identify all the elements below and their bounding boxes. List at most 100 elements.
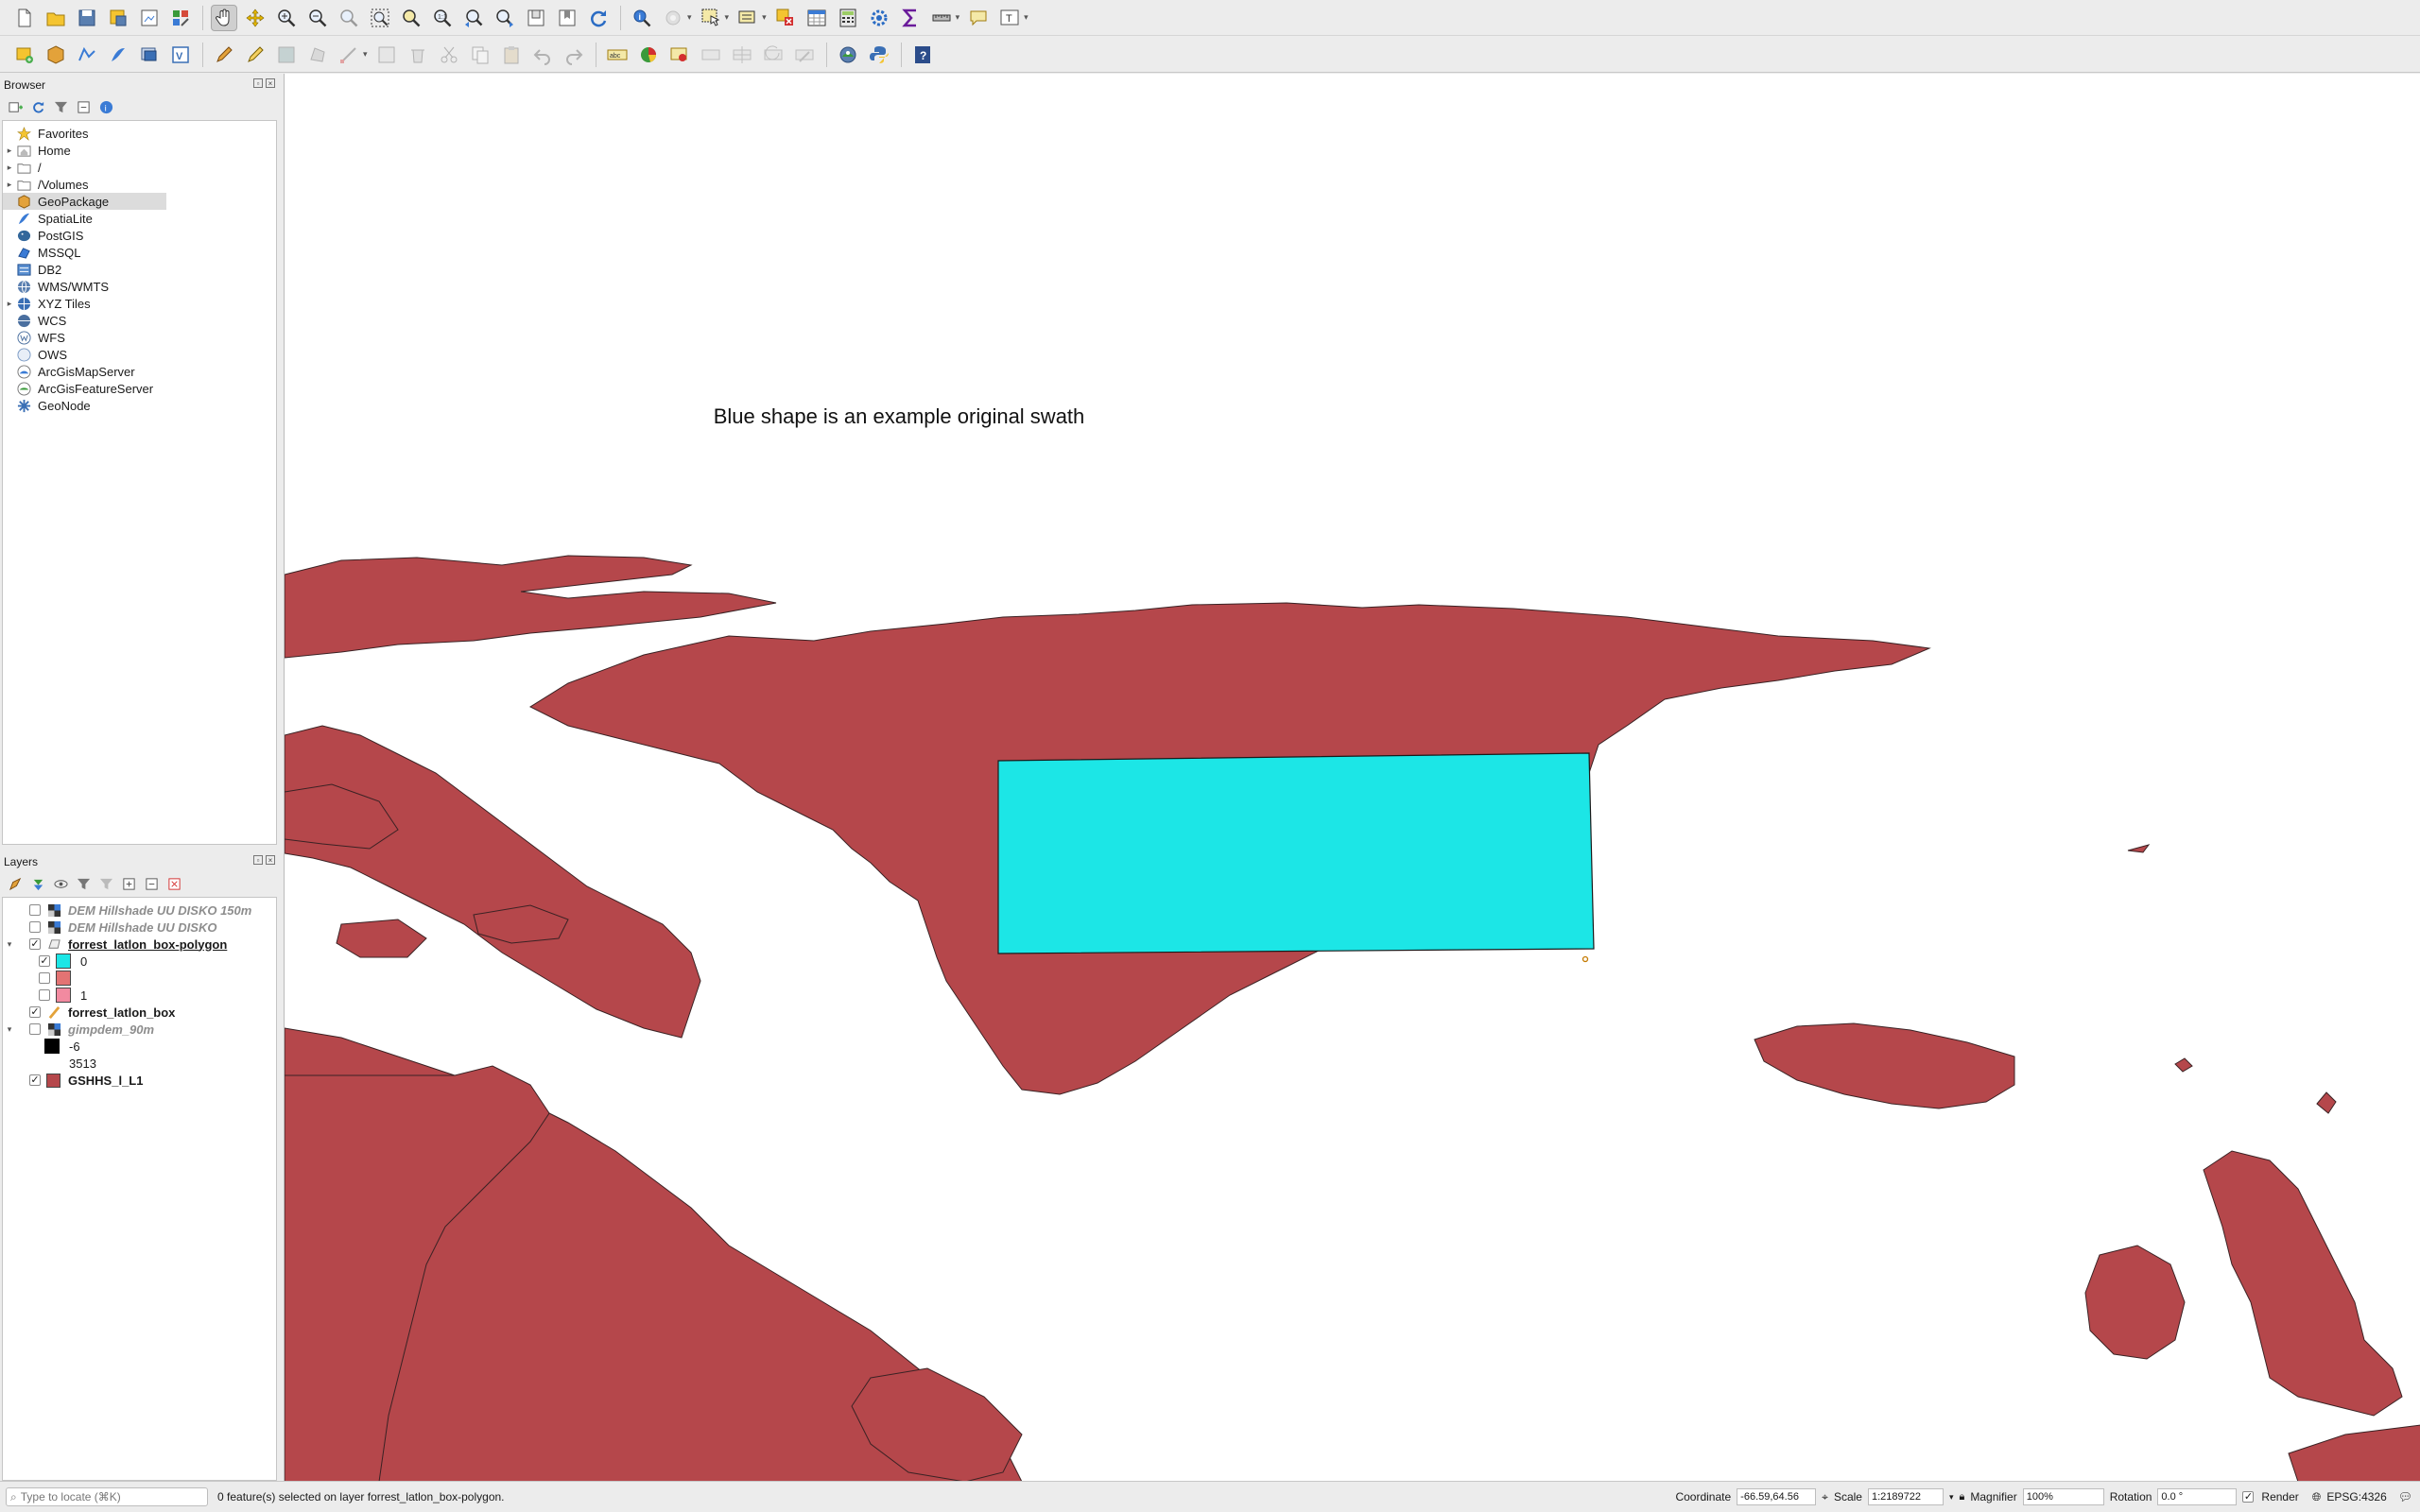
properties-icon[interactable]: i [98,99,113,114]
add-polygon-icon[interactable] [304,42,331,68]
save-project-icon[interactable] [74,5,100,31]
select-features-icon[interactable] [698,5,724,31]
browser-item-volumes[interactable]: ▸ /Volumes [3,176,276,193]
text-annotation-icon[interactable]: T [996,5,1023,31]
add-selected-layers-icon[interactable] [8,99,23,114]
layer-row-dem-hillshade[interactable]: DEM Hillshade UU DISKO [3,919,276,936]
style-manager-icon[interactable] [167,5,194,31]
expand-arrow-icon[interactable]: ▸ [3,180,16,190]
zoom-to-native-icon[interactable]: 1:1 [429,5,456,31]
expand-arrow-icon[interactable]: ▸ [3,146,16,156]
browser-item-favorites[interactable]: Favorites [3,125,276,142]
pan-icon[interactable] [211,4,237,31]
browser-item-mssql[interactable]: MSSQL [3,244,276,261]
zoom-next-icon[interactable] [492,5,518,31]
new-bookmark-icon[interactable] [523,5,549,31]
expand-all-icon[interactable] [121,876,136,891]
expand-arrow-icon[interactable]: ▾ [3,1024,16,1035]
render-checkbox[interactable]: ✓ [2242,1491,2255,1503]
zoom-last-icon[interactable] [460,5,487,31]
cut-icon[interactable] [436,42,462,68]
toggle-extents-icon[interactable]: ⌖ [1822,1490,1828,1504]
float-panel-icon[interactable]: ▫ [253,855,263,865]
browser-item-home[interactable]: ▸ Home [3,142,276,159]
filter-legend-icon[interactable] [76,876,91,891]
help-icon[interactable]: ? [909,42,936,68]
collapse-all-layers-icon[interactable] [144,876,159,891]
locator-search[interactable]: ⌕ Type to locate (⌘K) [6,1487,208,1506]
legend-class-row[interactable] [3,970,276,987]
expand-arrow-icon[interactable]: ▾ [3,939,16,950]
vertex-tool-icon[interactable] [336,42,362,68]
layer-visibility-checkbox[interactable] [29,1023,41,1035]
statistics-icon[interactable] [897,5,924,31]
browser-item-arcgisfeatureserver[interactable]: ArcGisFeatureServer [3,380,276,397]
close-panel-icon[interactable]: × [266,855,275,865]
rotate-label-icon[interactable] [760,42,786,68]
current-edits-icon[interactable] [211,42,237,68]
crs-globe-icon[interactable]: 🌐︎ [2312,1490,2322,1504]
layer-visibility-checkbox[interactable]: ✓ [29,1074,41,1086]
expand-arrow-icon[interactable]: ▸ [3,299,16,309]
paste-icon[interactable] [498,42,525,68]
pan-to-selection-icon[interactable] [242,5,268,31]
lock-scale-icon[interactable]: 🔒︎ [1960,1491,1965,1503]
browser-item-arcgismapserver[interactable]: ArcGisMapServer [3,363,276,380]
label-tool-icon[interactable]: abc [604,42,631,68]
expand-arrow-icon[interactable]: ▸ [3,163,16,173]
data-source-manager-icon[interactable] [11,42,38,68]
copy-icon[interactable] [467,42,493,68]
python-console-icon[interactable] [866,42,892,68]
scale-field[interactable]: 1:2189722 [1867,1488,1944,1505]
modify-attributes-icon[interactable] [373,42,400,68]
manage-map-themes-icon[interactable] [53,876,68,891]
measure-icon[interactable] [928,5,955,31]
map-tips-icon[interactable] [965,5,992,31]
new-spatialite-icon[interactable] [105,42,131,68]
layer-row-forrest-latlon-box-polygon[interactable]: ▾ ✓ forrest_latlon_box-polygon [3,936,276,953]
rotation-field[interactable]: 0.0 ° [2157,1488,2238,1505]
magnifier-field[interactable]: 100% [2022,1488,2104,1505]
filter-by-expression-icon[interactable] [98,876,113,891]
delete-selected-icon[interactable] [405,42,431,68]
layer-visibility-checkbox[interactable] [29,904,41,916]
save-edits-icon[interactable] [273,42,300,68]
map-canvas[interactable]: Blue shape is an example original swath [284,74,2420,1482]
pin-labels-icon[interactable] [666,42,693,68]
toggle-editing-icon[interactable] [242,42,268,68]
identify-icon[interactable]: i [629,5,655,31]
layer-row-gimpdem[interactable]: ▾ gimpdem_90m [3,1021,276,1038]
zoom-to-selection-icon[interactable] [367,5,393,31]
layer-visibility-checkbox[interactable]: ✓ [29,1006,41,1018]
new-virtual-layer-icon[interactable] [136,42,163,68]
zoom-out-icon[interactable] [304,5,331,31]
browser-item-geonode[interactable]: GeoNode [3,397,276,414]
legend-class-row[interactable]: ✓ 0 [3,953,276,970]
messages-icon[interactable]: 💬︎ [2398,1490,2412,1503]
zoom-in-icon[interactable] [273,5,300,31]
scale-dropdown-icon[interactable]: ▾ [1949,1492,1954,1503]
select-by-value-icon[interactable] [735,5,761,31]
print-layout-icon[interactable] [136,5,163,31]
layer-row-gshhs[interactable]: ✓ GSHHS_l_L1 [3,1072,276,1089]
save-as-icon[interactable] [105,5,131,31]
class-visibility-checkbox[interactable]: ✓ [39,955,50,967]
field-calculator-icon[interactable] [835,5,861,31]
collapse-all-icon[interactable] [76,99,91,114]
browser-item-spatialite[interactable]: SpatiaLite [3,210,276,227]
virtual-layer-icon[interactable]: V [167,42,194,68]
refresh-icon[interactable] [585,5,612,31]
georeferencer-icon[interactable] [835,42,861,68]
diagram-icon[interactable] [635,42,662,68]
new-geopackage-icon[interactable] [43,42,69,68]
class-visibility-checkbox[interactable] [39,972,50,984]
add-group-icon[interactable] [30,876,45,891]
layer-styling-icon[interactable] [8,876,23,891]
float-panel-icon[interactable]: ▫ [253,78,263,88]
crs-label[interactable]: EPSG:4326 [2326,1490,2386,1503]
new-shapefile-icon[interactable] [74,42,100,68]
attribute-table-icon[interactable] [804,5,830,31]
browser-item-wfs[interactable]: WFS [3,329,276,346]
refresh-browser-icon[interactable] [30,99,45,114]
new-project-icon[interactable] [11,5,38,31]
